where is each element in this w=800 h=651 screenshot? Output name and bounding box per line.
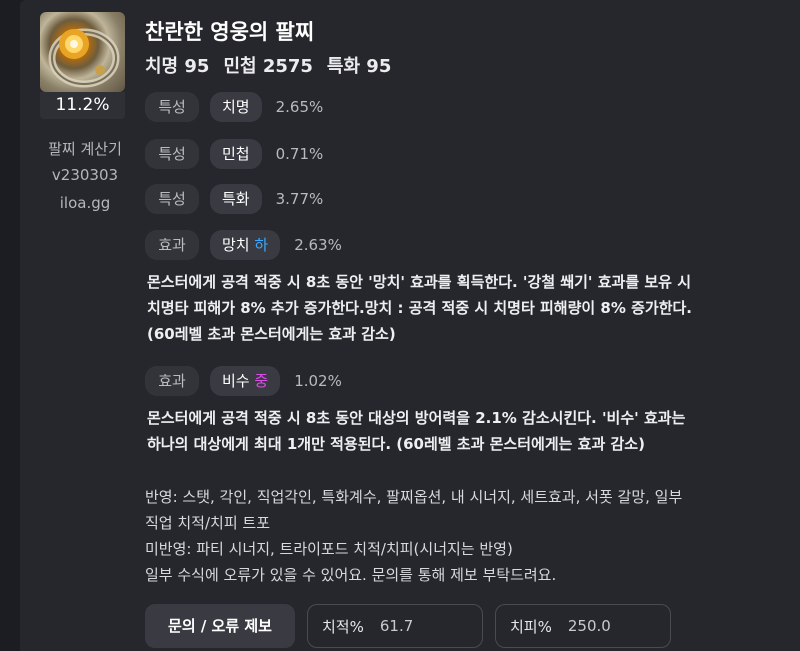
option-name: 특화 bbox=[210, 184, 262, 214]
notes: 반영: 스탯, 각인, 직업각인, 특화계수, 팔찌옵션, 내 시너지, 세트효… bbox=[145, 484, 785, 588]
grade-badge: 하 bbox=[254, 236, 269, 254]
item-stats: 치명 95 민첩 2575 특화 95 bbox=[145, 52, 391, 78]
crit-damage-input[interactable] bbox=[565, 616, 660, 636]
note-line: 미반영: 파티 시너지, 트라이포드 치적/치피(시너지는 반영) bbox=[145, 540, 513, 558]
note-line: 직업 치적/치피 트포 bbox=[145, 514, 270, 532]
option-type: 특성 bbox=[145, 139, 199, 169]
crit-damage-label: 치피% bbox=[510, 617, 552, 636]
crit-rate-field: 치적% bbox=[307, 604, 483, 648]
option-type: 효과 bbox=[145, 366, 199, 396]
percent-badge: 11.2% bbox=[40, 92, 125, 119]
stat-specialization: 특화 95 bbox=[326, 56, 392, 77]
crit-rate-label: 치적% bbox=[322, 617, 364, 636]
option-value: 2.63% bbox=[294, 236, 342, 254]
option-value: 1.02% bbox=[294, 372, 342, 390]
crit-rate-input[interactable] bbox=[377, 616, 472, 636]
crit-damage-field: 치피% bbox=[495, 604, 671, 648]
option-row-hammer: 효과 망치 하 2.63% bbox=[145, 229, 342, 261]
option-row-agility: 특성 민첩 0.71% bbox=[145, 138, 323, 170]
option-name: 치명 bbox=[210, 92, 262, 122]
option-type: 특성 bbox=[145, 184, 199, 214]
site-link[interactable]: iloa.gg bbox=[30, 194, 140, 212]
stat-crit: 치명 95 bbox=[145, 56, 210, 77]
option-name: 망치 하 bbox=[210, 230, 281, 260]
option-name: 민첩 bbox=[210, 139, 262, 169]
effect-description-hammer: 몬스터에게 공격 적중 시 8초 동안 '망치' 효과를 획득한다. '강철 쐐… bbox=[147, 269, 777, 347]
option-row-crit: 특성 치명 2.65% bbox=[145, 91, 323, 123]
effect-name: 비수 bbox=[222, 372, 250, 390]
note-line: 반영: 스탯, 각인, 직업각인, 특화계수, 팔찌옵션, 내 시너지, 세트효… bbox=[145, 488, 683, 506]
report-error-button[interactable]: 문의 / 오류 제보 bbox=[145, 604, 295, 648]
option-row-dagger: 효과 비수 중 1.02% bbox=[145, 365, 342, 397]
option-value: 0.71% bbox=[275, 145, 324, 163]
effect-description-dagger: 몬스터에게 공격 적중 시 8초 동안 대상의 방어력을 2.1% 감소시킨다.… bbox=[147, 405, 777, 457]
description-line: 치명타 피해가 8% 추가 증가한다.망치 : 공격 적중 시 치명타 피해량이… bbox=[147, 299, 692, 317]
description-line: 몬스터에게 공격 적중 시 8초 동안 대상의 방어력을 2.1% 감소시킨다.… bbox=[147, 409, 686, 427]
grade-badge: 중 bbox=[254, 372, 269, 390]
effect-name: 망치 bbox=[222, 236, 250, 254]
option-type: 효과 bbox=[145, 230, 199, 260]
calculator-label: 팔찌 계산기 bbox=[48, 140, 122, 158]
option-row-specialization: 특성 특화 3.77% bbox=[145, 183, 323, 215]
description-line: 몬스터에게 공격 적중 시 8초 동안 '망치' 효과를 획득한다. '강철 쐐… bbox=[147, 273, 691, 291]
option-value: 3.77% bbox=[275, 190, 324, 208]
description-line: 하나의 대상에게 최대 1개만 적용된다. (60레벨 초과 몬스터에게는 효과… bbox=[147, 435, 645, 453]
version-label: v230303 bbox=[51, 166, 119, 184]
option-name: 비수 중 bbox=[210, 366, 281, 396]
description-line: (60레벨 초과 몬스터에게는 효과 감소) bbox=[147, 325, 396, 343]
option-value: 2.65% bbox=[275, 98, 324, 116]
stat-agility: 민첩 2575 bbox=[223, 56, 313, 77]
option-type: 특성 bbox=[145, 92, 199, 122]
bracelet-icon bbox=[40, 12, 125, 92]
note-line: 일부 수식에 오류가 있을 수 있어요. 문의를 통해 제보 부탁드려요. bbox=[145, 566, 557, 584]
item-name: 찬란한 영웅의 팔찌 bbox=[145, 20, 315, 44]
